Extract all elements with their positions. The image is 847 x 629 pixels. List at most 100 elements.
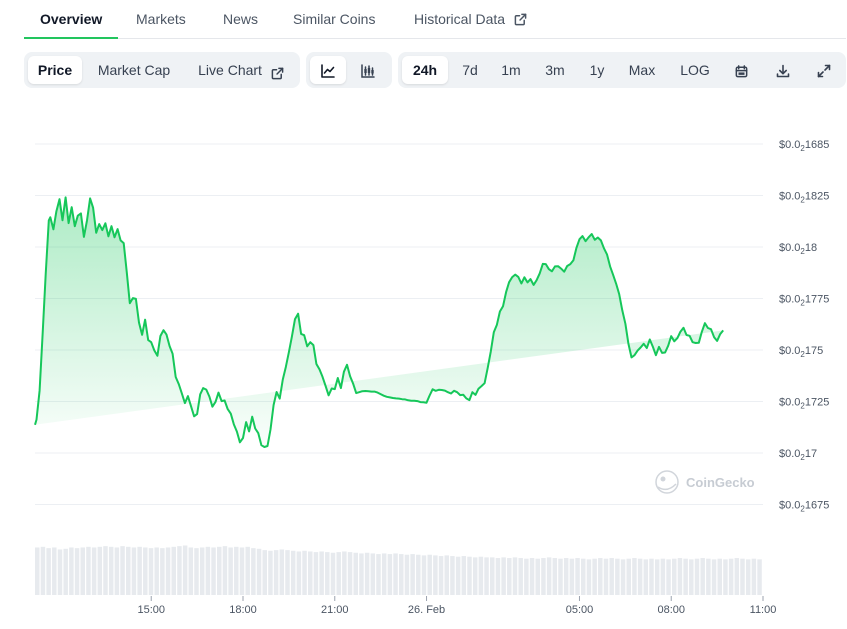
- volume-bar: [177, 546, 182, 595]
- volume-bar: [495, 558, 501, 595]
- volume-bar: [472, 557, 478, 595]
- volume-bar: [427, 554, 432, 595]
- volume-bar: [148, 548, 154, 595]
- volume-bar: [251, 548, 256, 595]
- volume-bar: [387, 554, 393, 595]
- watermark: CoinGecko: [655, 470, 755, 494]
- volume-bar: [342, 551, 347, 595]
- volume-bar: [728, 558, 734, 595]
- y-tick-label: $0.0218: [779, 242, 817, 256]
- volume-bar: [467, 556, 472, 595]
- volume-bar: [217, 546, 222, 595]
- volume-bar: [131, 547, 137, 595]
- volume-bar: [507, 558, 512, 595]
- volume-bar: [632, 558, 637, 595]
- volume-bar: [376, 554, 381, 595]
- volume-bar: [757, 559, 762, 595]
- volume-bar: [740, 558, 745, 595]
- volume-bar: [325, 552, 330, 595]
- volume-bar: [592, 558, 597, 595]
- volume-bar: [194, 548, 199, 595]
- volume-bar: [615, 558, 620, 595]
- volume-bar: [598, 558, 603, 595]
- volume-bar: [490, 557, 495, 595]
- volume-bar: [126, 546, 131, 595]
- y-tick-label: $0.021775: [779, 294, 829, 308]
- volume-bar: [433, 555, 438, 595]
- volume-bar: [165, 547, 171, 595]
- volume-bar: [666, 559, 671, 595]
- volume-bar: [563, 558, 569, 595]
- volume-bar: [74, 548, 80, 595]
- volume-bar: [535, 558, 540, 595]
- volume-bar: [336, 552, 341, 595]
- volume-bar: [234, 546, 239, 595]
- volume-bar: [558, 558, 563, 595]
- volume-bar: [552, 558, 558, 595]
- volume-bar: [69, 547, 74, 595]
- volume-bar: [63, 548, 68, 595]
- volume-bar: [313, 552, 319, 595]
- volume-bar: [518, 558, 523, 595]
- volume-bar: [91, 547, 97, 595]
- volume-bar: [672, 558, 677, 595]
- y-tick-label: $0.021675: [779, 500, 829, 514]
- volume-bar: [404, 554, 410, 595]
- volume-bar: [723, 559, 728, 595]
- x-tick-label: 08:00: [657, 604, 685, 616]
- volume-bar: [154, 547, 159, 595]
- volume-bar: [694, 558, 700, 595]
- volume-bar: [262, 550, 267, 595]
- volume-bar: [603, 558, 609, 595]
- volume-bar: [108, 546, 114, 595]
- volume-bar: [700, 558, 705, 595]
- volume-bar: [182, 545, 188, 595]
- volume-bar: [529, 558, 535, 595]
- volume-bar: [581, 558, 586, 595]
- volume-bar: [416, 554, 421, 595]
- volume-bar: [450, 556, 455, 595]
- volume-bar: [86, 546, 91, 595]
- volume-bar: [114, 547, 120, 595]
- volume-bar: [268, 550, 273, 595]
- volume-bar: [273, 550, 279, 595]
- volume-bar: [478, 556, 484, 595]
- volume-bar: [575, 558, 580, 595]
- volume-bar: [461, 556, 467, 595]
- volume-bar: [285, 550, 290, 595]
- volume-bar: [541, 558, 546, 595]
- volume-bar: [660, 558, 666, 595]
- volume-bar: [546, 557, 552, 595]
- volume-bar: [370, 553, 376, 595]
- volume-bar: [222, 546, 228, 595]
- volume-bar: [171, 546, 176, 595]
- volume-bar: [734, 558, 740, 595]
- volume-bar: [637, 558, 643, 595]
- volume-bar: [745, 559, 751, 595]
- x-tick-label: 26. Feb: [408, 604, 445, 616]
- volume-bar: [290, 550, 296, 595]
- volume-bar: [279, 549, 285, 595]
- x-tick-label: 11:00: [750, 604, 777, 616]
- x-tick-label: 18:00: [229, 604, 257, 616]
- volume-bar: [319, 551, 324, 595]
- volume-bar: [569, 558, 575, 595]
- volume-bar: [586, 559, 592, 595]
- volume-bar: [410, 554, 415, 595]
- volume-bar: [626, 558, 631, 595]
- volume-bar: [330, 552, 336, 595]
- y-tick-label: $0.021685: [779, 139, 829, 153]
- volume-bar: [751, 558, 757, 595]
- volume-bar: [654, 559, 660, 595]
- volume-bar: [199, 547, 205, 595]
- watermark-text: CoinGecko: [686, 475, 755, 490]
- volume-bar: [143, 547, 148, 595]
- x-tick-label: 21:00: [321, 604, 349, 616]
- volume-bar: [296, 551, 302, 595]
- volume-bar: [689, 559, 694, 595]
- volume-bar: [399, 554, 404, 595]
- volume-bar: [137, 546, 142, 595]
- x-tick-label: 05:00: [566, 604, 594, 616]
- coingecko-logo-icon: [655, 470, 679, 494]
- price-chart[interactable]: $0.021685 $0.021825 $0.0218 $0.021775 $0.021…: [0, 0, 847, 629]
